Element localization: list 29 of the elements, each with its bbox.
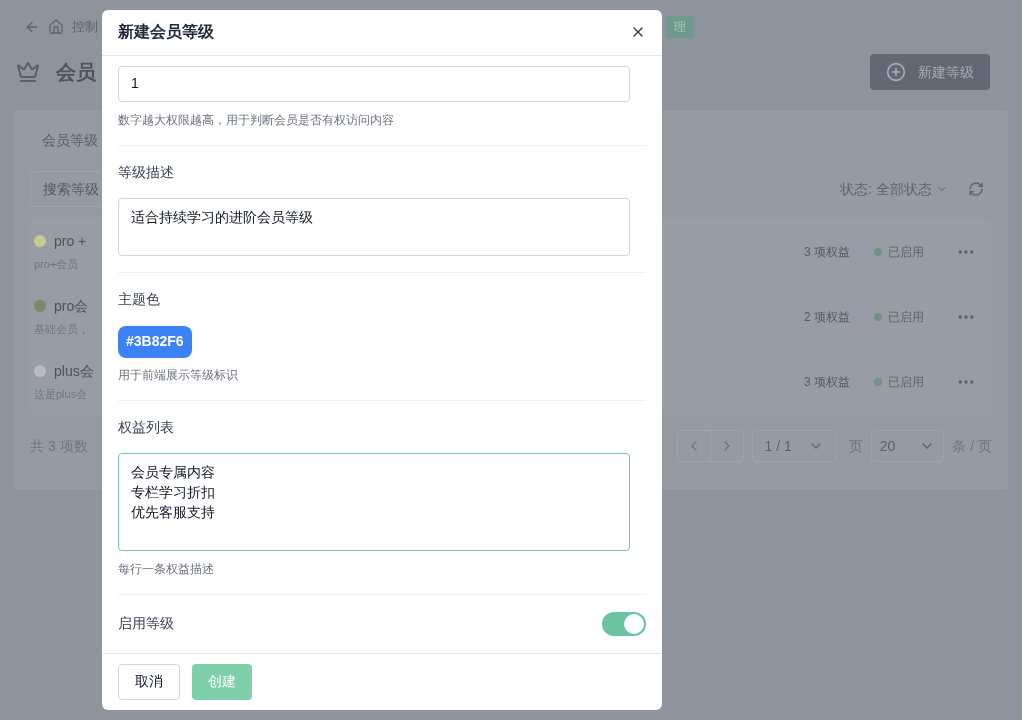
field-label: 启用等级 bbox=[118, 614, 174, 634]
toggle-switch[interactable] bbox=[602, 611, 646, 636]
color-picker-button[interactable]: #3B82F6 bbox=[118, 325, 192, 358]
crown-icon bbox=[16, 60, 40, 84]
page-title: 会员 bbox=[56, 60, 96, 85]
field-label: 等级描述 bbox=[118, 162, 175, 182]
level-name: pro + bbox=[54, 231, 87, 251]
plus-icon bbox=[886, 62, 906, 82]
cancel-button[interactable]: 取消 bbox=[118, 663, 180, 700]
level-name: pro会 bbox=[54, 296, 89, 316]
description-field[interactable]: 适合持续学习的进阶会员等级 bbox=[118, 197, 630, 256]
page-size-select[interactable]: 20 bbox=[870, 430, 945, 462]
hint-text: 每行一条权益描述 bbox=[118, 560, 215, 578]
page-select[interactable]: 1 / 1 bbox=[751, 430, 837, 462]
benefits-count: 2 项权益 bbox=[804, 308, 850, 326]
home-icon bbox=[48, 19, 64, 35]
level-input[interactable]: 1 bbox=[118, 65, 630, 102]
level-name: plus会 bbox=[54, 361, 94, 381]
hint-text: 数字越大权限越高，用于判断会员是否有权访问内容 bbox=[118, 111, 395, 129]
hint-text: 用于前端展示等级标识 bbox=[118, 366, 239, 384]
benefits-count: 3 项权益 bbox=[804, 243, 850, 261]
field-label: 权益列表 bbox=[118, 417, 175, 437]
benefits-count: 3 项权益 bbox=[804, 373, 850, 391]
refresh-icon[interactable] bbox=[968, 181, 984, 197]
new-level-button[interactable]: 新建等级 bbox=[870, 54, 990, 90]
create-button[interactable]: 创建 bbox=[192, 663, 252, 700]
dialog-title: 新建会员等级 bbox=[118, 22, 214, 43]
benefits-field[interactable]: 会员专属内容 专栏学习折扣 优先客服支持 bbox=[118, 452, 630, 551]
field-label: 主题色 bbox=[118, 289, 161, 309]
